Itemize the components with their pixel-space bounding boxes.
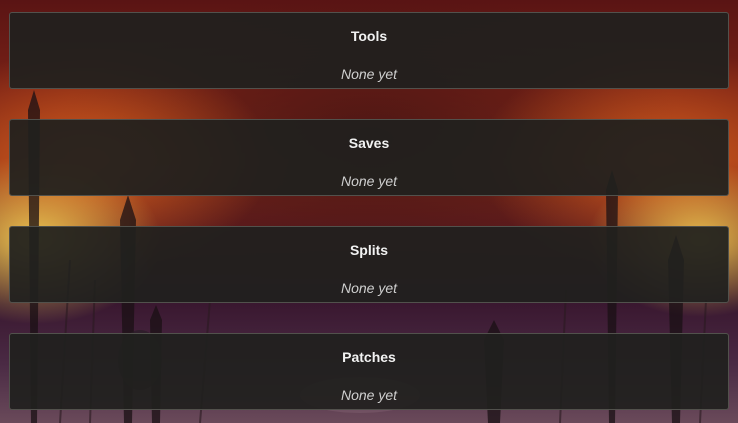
saves-panel: Saves None yet [9, 119, 729, 196]
tools-panel-title: Tools [350, 28, 388, 44]
splits-panel: Splits None yet [9, 226, 729, 303]
tools-panel: Tools None yet [9, 12, 729, 89]
splits-empty-message: None yet [340, 280, 398, 296]
patches-empty-message: None yet [340, 387, 398, 403]
panel-stack: Tools None yet Saves None yet Splits Non… [9, 12, 729, 410]
saves-panel-title: Saves [348, 135, 390, 151]
splits-panel-title: Splits [349, 242, 389, 258]
tools-empty-message: None yet [340, 66, 398, 82]
saves-empty-message: None yet [340, 173, 398, 189]
patches-panel-title: Patches [342, 349, 396, 365]
patches-panel: Patches None yet [9, 333, 729, 410]
